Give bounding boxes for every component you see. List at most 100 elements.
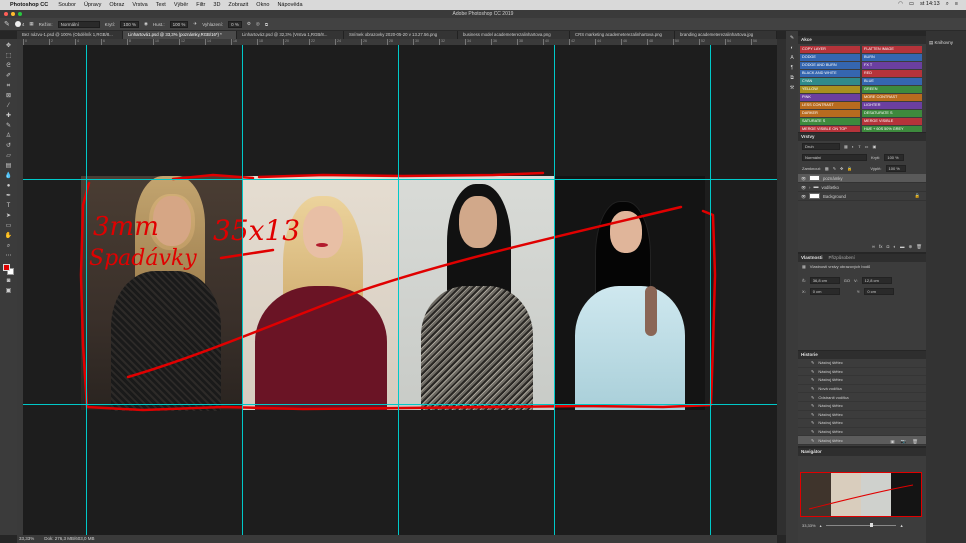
opacity-field[interactable]: 100 % [120,20,139,28]
tab-doc-6[interactable]: CRS marketing academeterezalinhartova.pn… [570,31,675,39]
move-tool-icon[interactable]: ✥ [4,42,13,51]
quick-mask-icon[interactable]: ◙ [4,277,13,286]
dodge-tool-icon[interactable]: ● [4,182,13,191]
brush-preset-picker[interactable]: 4 [14,21,24,27]
menu-napoveda[interactable]: Nápověda [277,2,302,8]
pen-tool-icon[interactable]: ✒ [4,192,13,201]
menu-text[interactable]: Text [156,2,166,8]
menu-filtr[interactable]: Filtr [196,2,205,8]
menu-obraz[interactable]: Obraz [109,2,124,8]
close-window-button[interactable] [4,12,8,16]
fx-icon[interactable]: fx [879,244,883,250]
layer-row-voditetko[interactable]: 👁 › ▬ vodítetko [798,183,926,192]
eyedropper-tool-icon[interactable]: ⁄ [4,102,13,111]
history-item[interactable]: ✎ Odstranit vodítka [798,393,926,402]
guide-vertical-5[interactable] [710,45,711,535]
eraser-tool-icon[interactable]: ▱ [4,152,13,161]
menu-zobrazit[interactable]: Zobrazit [228,2,248,8]
visibility-eye-icon[interactable]: 👁 [801,176,806,181]
action-item[interactable]: CYAN [800,78,860,85]
frame-tool-icon[interactable]: ⊠ [4,92,13,101]
zoom-tool-icon[interactable]: ⌕ [4,242,13,251]
action-item[interactable]: FX T [862,62,922,69]
stamp-tool-icon[interactable]: ♙ [4,132,13,141]
history-item[interactable]: ✎ Nástroj štětec [798,419,926,428]
action-item[interactable]: BLACK AND WHITE [800,70,860,77]
screen-mode-icon[interactable]: ▣ [4,287,13,296]
flow-field[interactable]: 100 % [169,20,189,28]
add-mask-icon[interactable]: ◘ [887,244,890,250]
action-item[interactable]: LIGHTER [862,102,922,109]
link-dimensions-button[interactable]: GO [844,278,850,283]
zoom-in-icon[interactable]: ▲ [900,523,904,528]
history-item[interactable]: ✎ Nástroj štětec [798,428,926,437]
tab-adjustments[interactable]: Přizpůsobení [829,254,855,262]
history-panel-header[interactable]: Historie [798,351,926,359]
action-item[interactable]: MERGE VISIBLE [862,118,922,125]
more-tools-icon[interactable]: ⋯ [4,252,13,261]
new-layer-icon[interactable]: ⊕ [909,244,913,250]
blur-tool-icon[interactable]: 💧 [4,172,13,181]
airbrush-icon[interactable]: ✈ [193,21,197,27]
action-item[interactable]: LESS CONTRAST [800,102,860,109]
tab-doc-3[interactable]: Linhartová2.psd @ 32,3% (Vrstva 1,RGB/8.… [237,31,344,39]
visibility-eye-icon[interactable]: 👁 [801,194,806,199]
action-item[interactable]: MORE CONTRAST [862,94,922,101]
battery-icon[interactable]: ▭ [909,1,914,8]
properties-title[interactable]: Vlastnosti [801,254,823,262]
gear-icon[interactable]: ⚙ [247,21,251,27]
filter-pixel-icon[interactable]: ▦ [844,144,848,149]
lock-transparency-icon[interactable]: ▩ [825,166,829,171]
history-item[interactable]: ✎ Nástroj štětec [798,368,926,377]
action-item[interactable]: COPY LAYER [800,46,860,53]
filter-smart-icon[interactable]: ▣ [872,144,876,149]
height-field[interactable]: 12,8 cm [861,277,892,284]
hand-tool-icon[interactable]: ✋ [4,232,13,241]
mode-select[interactable]: Normální [57,20,100,28]
tab-doc-2[interactable]: Linhartová1.psd @ 33,3% (poznámky,RGB/16… [123,31,237,39]
minimize-window-button[interactable] [11,12,15,16]
navigator-zoom[interactable]: 33,33% [802,523,816,528]
quick-select-tool-icon[interactable]: ✐ [4,72,13,81]
lock-pixels-icon[interactable]: ✎ [833,166,836,171]
delete-state-icon[interactable]: 🗑 [912,439,918,445]
new-adjustment-icon[interactable]: ◐ [893,244,896,250]
adjustments-panel-icon[interactable]: ◐ [790,45,793,51]
zoom-level[interactable]: 33,33% [19,535,34,543]
action-item[interactable]: MERGE VISIBLE ON TOP [800,126,860,132]
lasso-tool-icon[interactable]: ᘓ [4,62,13,71]
notification-icon[interactable]: ≡ [955,1,958,8]
new-document-from-state-icon[interactable]: ▣ [890,439,894,445]
pressure-opacity-icon[interactable]: ◉ [144,21,148,27]
healing-tool-icon[interactable]: ✚ [4,112,13,121]
smoothing-field[interactable]: 0 % [228,20,242,28]
action-item[interactable]: DARKER [800,110,860,117]
lock-position-icon[interactable]: ✥ [840,166,843,171]
tool-presets-panel-icon[interactable]: ⚒ [790,85,794,91]
menu-soubor[interactable]: Soubor [58,2,76,8]
link-layers-icon[interactable]: ∞ [872,244,875,250]
zoom-out-icon[interactable]: ▴ [820,523,822,528]
zoom-window-button[interactable] [18,12,22,16]
filter-adjust-icon[interactable]: ◐ [852,144,854,149]
filter-type-icon[interactable]: T [858,144,860,149]
menu-app[interactable]: Photoshop CC [10,2,48,8]
delete-layer-icon[interactable]: 🗑 [916,244,922,250]
action-item[interactable]: HUE + 60S 50% GREY [862,126,922,132]
visibility-eye-icon[interactable]: 👁 [801,185,806,190]
action-item[interactable]: GREEN [862,86,922,93]
clock[interactable]: st 14:13 [920,1,940,8]
history-item[interactable]: ✎ Nástroj štětec [798,376,926,385]
menu-okno[interactable]: Okno [256,2,269,8]
rectangle-tool-icon[interactable]: ▭ [4,222,13,231]
lock-all-icon[interactable]: 🔒 [847,166,852,171]
pressure-size-icon[interactable]: ◎ [256,21,260,27]
tab-doc-5[interactable]: business model academeterezalinhartova.p… [458,31,570,39]
document-canvas[interactable]: 3mm Spadávky 35x13 [23,45,777,535]
character-panel-icon[interactable]: A [790,55,793,61]
libraries-tab[interactable]: ▤ Knihovny [929,40,953,46]
action-item[interactable]: RED [862,70,922,77]
brush-settings-icon[interactable]: ▦ [29,21,33,27]
menu-upravy[interactable]: Úpravy [84,2,101,8]
symmetry-icon[interactable]: ⧉ [265,22,268,27]
